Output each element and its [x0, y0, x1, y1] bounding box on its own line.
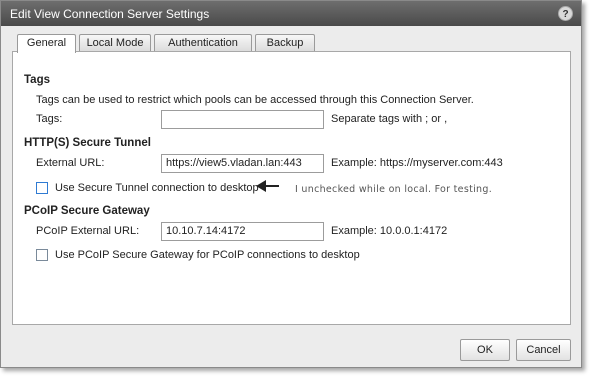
tags-description: Tags can be used to restrict which pools… [36, 94, 474, 106]
tags-hint: Separate tags with ; or , [331, 113, 448, 125]
secure-tunnel-checkbox[interactable] [36, 182, 48, 194]
tab-local-mode[interactable]: Local Mode [79, 34, 151, 51]
tags-heading: Tags [24, 74, 50, 86]
secure-tunnel-label: Use Secure Tunnel connection to desktop [55, 182, 259, 194]
title-bar[interactable]: Edit View Connection Server Settings ? [1, 1, 581, 26]
dialog-title: Edit View Connection Server Settings [10, 7, 210, 21]
pcoip-heading: PCoIP Secure Gateway [24, 205, 150, 217]
tags-input[interactable] [161, 110, 324, 129]
tags-label: Tags: [36, 113, 63, 125]
pcoip-url-label: PCoIP External URL: [36, 225, 140, 237]
tab-authentication[interactable]: Authentication [154, 34, 252, 51]
pcoip-gateway-label: Use PCoIP Secure Gateway for PCoIP conne… [55, 249, 360, 261]
help-icon[interactable]: ? [558, 6, 573, 21]
tab-backup[interactable]: Backup [255, 34, 315, 51]
general-panel: Tags Tags can be used to restrict which … [12, 51, 571, 325]
external-url-label: External URL: [36, 157, 105, 169]
tunnel-heading: HTTP(S) Secure Tunnel [24, 137, 151, 149]
edit-settings-dialog: Edit View Connection Server Settings ? G… [0, 0, 582, 368]
pcoip-gateway-checkbox[interactable] [36, 249, 48, 261]
external-url-example: Example: https://myserver.com:443 [331, 157, 503, 169]
pcoip-url-input[interactable]: 10.10.7.14:4172 [161, 222, 324, 241]
pcoip-url-example: Example: 10.0.0.1:4172 [331, 225, 448, 237]
cancel-button[interactable]: Cancel [516, 339, 571, 361]
external-url-input[interactable]: https://view5.vladan.lan:443 [161, 154, 324, 173]
tab-general[interactable]: General [17, 34, 76, 53]
ok-button[interactable]: OK [460, 339, 510, 361]
annotation-note: I unchecked while on local. For testing. [295, 184, 493, 195]
arrow-left-icon [256, 180, 279, 192]
